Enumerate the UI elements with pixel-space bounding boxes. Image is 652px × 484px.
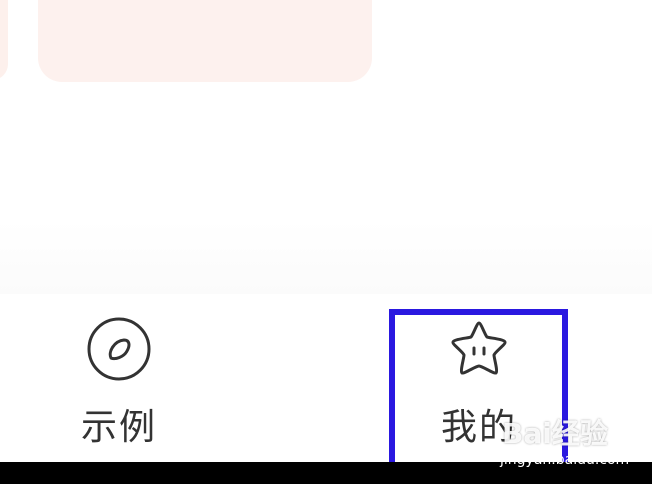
bottom-tab-bar: 示例 我的 xyxy=(0,294,652,462)
tab-mine-label: 我的 xyxy=(440,407,517,448)
circle-o-icon xyxy=(87,317,151,381)
tab-examples-label: 示例 xyxy=(80,407,157,448)
content-card-partial[interactable] xyxy=(0,0,8,80)
content-card[interactable] xyxy=(38,0,372,82)
tab-examples[interactable]: 示例 xyxy=(60,294,178,462)
content-fade xyxy=(0,220,652,294)
bottom-black-bar xyxy=(0,462,652,484)
tab-mine[interactable]: 我的 xyxy=(420,294,538,462)
star-face-icon xyxy=(451,321,507,375)
